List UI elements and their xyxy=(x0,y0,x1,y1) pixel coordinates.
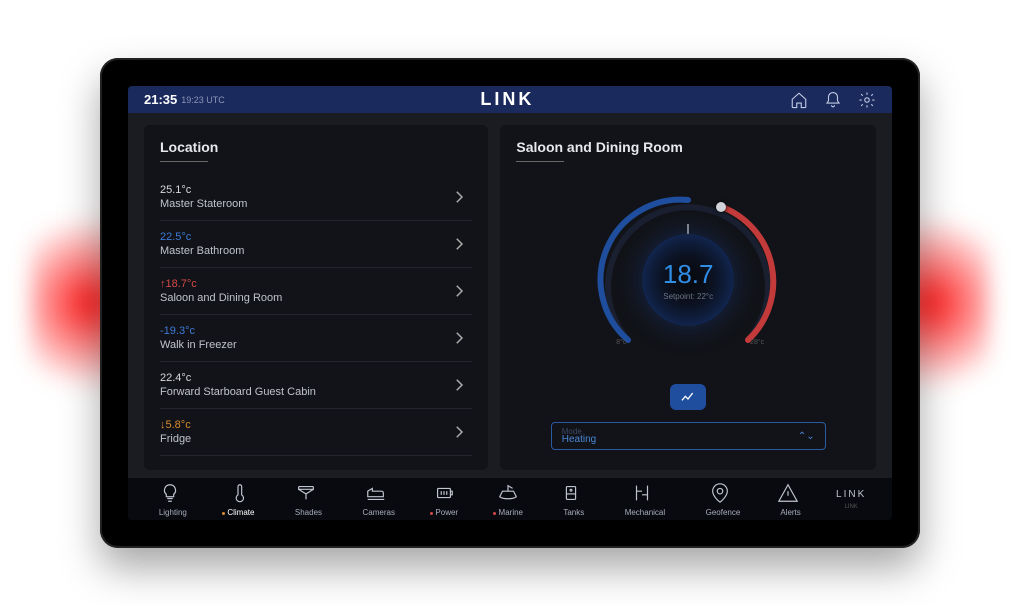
app-title: LINK xyxy=(225,89,790,110)
nav-item-mechanical[interactable]: Mechanical xyxy=(619,482,665,517)
location-temp: 25.1°c xyxy=(160,184,247,196)
screen: 21:35 19:23 UTC LINK Location 25.1°c Mas… xyxy=(128,86,892,520)
nav-brand-label: LINK xyxy=(836,489,866,500)
camera-icon xyxy=(365,482,387,504)
nav-item-cameras[interactable]: Cameras xyxy=(357,482,395,517)
gauge-value: 18.7 xyxy=(663,259,714,290)
location-row[interactable]: 18.7°c Saloon and Dining Room xyxy=(160,268,472,315)
bulb-icon xyxy=(159,482,181,504)
location-row[interactable]: -19.3°c Walk in Freezer xyxy=(160,315,472,362)
location-row[interactable]: 25.1°c Master Stateroom xyxy=(160,174,472,221)
gear-icon[interactable] xyxy=(858,91,876,109)
nav-item-power[interactable]: Power xyxy=(430,482,458,517)
location-row[interactable]: 22.4°c Forward Starboard Guest Cabin xyxy=(160,362,472,409)
detail-panel: Saloon and Dining Room xyxy=(500,125,876,470)
mode-select-value: Heating xyxy=(562,434,596,445)
nav-brand-sub: LINK xyxy=(844,504,857,510)
location-panel-title: Location xyxy=(160,139,472,168)
location-name: Master Bathroom xyxy=(160,245,244,257)
location-temp: 5.8°c xyxy=(160,419,191,431)
battery-icon xyxy=(433,482,455,504)
location-panel: Location 25.1°c Master Stateroom 22.5°c … xyxy=(144,125,488,470)
nav-label: Tanks xyxy=(558,508,584,517)
location-list: 25.1°c Master Stateroom 22.5°c Master Ba… xyxy=(160,174,472,456)
location-name: Master Stateroom xyxy=(160,198,247,210)
nav-label: Marine xyxy=(493,508,523,517)
nav-item-alerts[interactable]: Alerts xyxy=(776,482,801,517)
nav-item-geofence[interactable]: Geofence xyxy=(700,482,740,517)
nav-label: Mechanical xyxy=(619,508,665,517)
gauge-setpoint: Setpoint: 22°c xyxy=(663,292,713,301)
chevron-right-icon xyxy=(450,188,468,206)
gauge-min-label: 8°c xyxy=(616,339,626,346)
nav-label: Shades xyxy=(290,508,322,517)
boat-icon xyxy=(497,482,519,504)
chevron-right-icon xyxy=(450,329,468,347)
location-row[interactable]: 22.5°c Master Bathroom xyxy=(160,221,472,268)
mech-icon xyxy=(631,482,653,504)
nav-item-lighting[interactable]: Lighting xyxy=(154,482,187,517)
nav-label: Cameras xyxy=(357,508,395,517)
nav-item-climate[interactable]: Climate xyxy=(222,482,254,517)
chevron-right-icon xyxy=(450,423,468,441)
gauge-area: 18.7 Setpoint: 22°c 8°c 28°c Mode Heatin… xyxy=(516,174,860,456)
clock-time: 21:35 xyxy=(144,92,177,107)
chevron-right-icon xyxy=(450,376,468,394)
chart-button[interactable] xyxy=(670,384,706,410)
location-name: Walk in Freezer xyxy=(160,339,237,351)
home-icon[interactable] xyxy=(790,91,808,109)
bottom-nav: Lighting Climate Shades Cameras Power Ma… xyxy=(128,478,892,520)
location-name: Fridge xyxy=(160,433,191,445)
nav-label: Power xyxy=(430,508,458,517)
nav-label: Alerts xyxy=(776,508,801,517)
location-temp: 18.7°c xyxy=(160,278,282,290)
shade-icon xyxy=(295,482,317,504)
chevron-right-icon xyxy=(450,282,468,300)
bell-icon[interactable] xyxy=(824,91,842,109)
dropdown-arrows-icon: ⌃⌄ xyxy=(798,431,815,442)
clock-timezone: 19:23 UTC xyxy=(181,95,225,105)
geo-icon xyxy=(709,482,731,504)
location-temp: -19.3°c xyxy=(160,325,237,337)
device-frame: 21:35 19:23 UTC LINK Location 25.1°c Mas… xyxy=(100,58,920,548)
detail-panel-title: Saloon and Dining Room xyxy=(516,139,860,168)
location-name: Saloon and Dining Room xyxy=(160,292,282,304)
location-temp: 22.5°c xyxy=(160,231,244,243)
location-temp: 22.4°c xyxy=(160,372,316,384)
header-bar: 21:35 19:23 UTC LINK xyxy=(128,86,892,113)
gauge-max-label: 28°c xyxy=(750,339,764,346)
tank-icon xyxy=(560,482,582,504)
thermo-icon xyxy=(227,482,249,504)
chevron-right-icon xyxy=(450,235,468,253)
nav-item-marine[interactable]: Marine xyxy=(493,482,523,517)
nav-label: Geofence xyxy=(700,508,740,517)
header-icon-group xyxy=(790,91,876,109)
nav-item-tanks[interactable]: Tanks xyxy=(558,482,584,517)
nav-item-shades[interactable]: Shades xyxy=(290,482,322,517)
location-row[interactable]: 5.8°c Fridge xyxy=(160,409,472,456)
chart-icon xyxy=(680,389,696,405)
nav-label: Lighting xyxy=(154,508,187,517)
gauge-center: 18.7 Setpoint: 22°c xyxy=(642,234,734,326)
mode-select[interactable]: Mode Heating ⌃⌄ xyxy=(551,422,826,450)
alerts-icon xyxy=(777,482,799,504)
location-name: Forward Starboard Guest Cabin xyxy=(160,386,316,398)
nav-label: Climate xyxy=(222,508,254,517)
nav-brand[interactable]: LINK LINK xyxy=(836,489,866,510)
temperature-gauge[interactable]: 18.7 Setpoint: 22°c 8°c 28°c xyxy=(588,180,788,380)
main-content: Location 25.1°c Master Stateroom 22.5°c … xyxy=(128,113,892,478)
